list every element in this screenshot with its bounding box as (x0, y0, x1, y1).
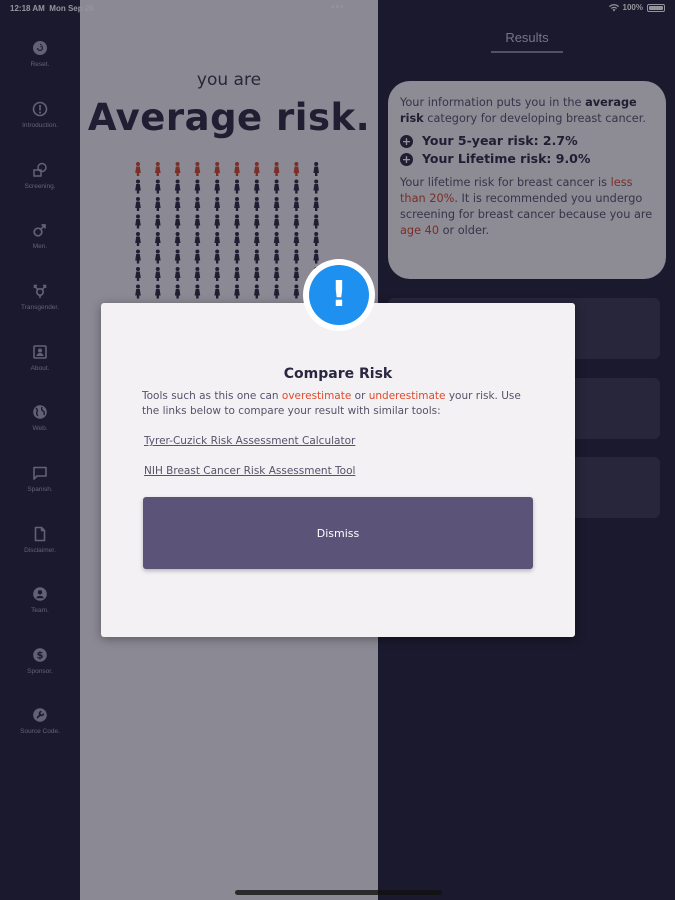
exclamation-icon: ! (309, 265, 369, 325)
nih-tool-link[interactable]: NIH Breast Cancer Risk Assessment Tool (144, 465, 355, 477)
tyrer-cuzick-link[interactable]: Tyrer-Cuzick Risk Assessment Calculator (144, 435, 355, 447)
dialog-message: Tools such as this one can overestimate … (142, 390, 521, 417)
home-indicator[interactable] (235, 890, 442, 895)
dismiss-button[interactable]: Dismiss (143, 497, 533, 569)
alert-badge: ! (303, 259, 375, 331)
compare-risk-dialog: Compare Risk Tools such as this one can … (101, 303, 575, 637)
dialog-title: Compare Risk (283, 366, 393, 382)
